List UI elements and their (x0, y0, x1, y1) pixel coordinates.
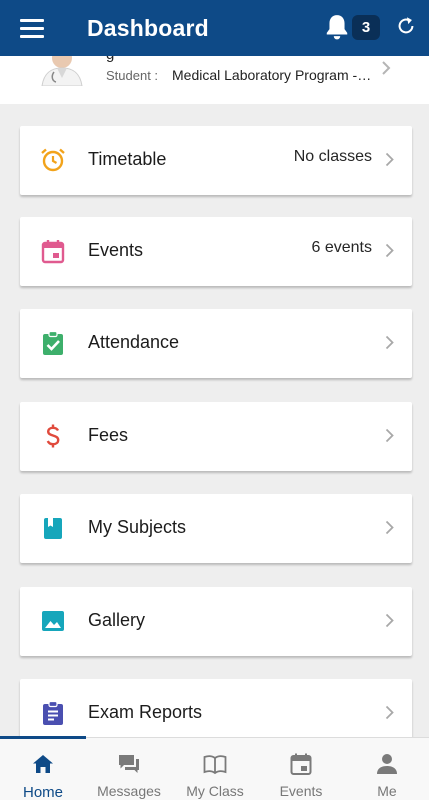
card-label: Events (88, 240, 144, 260)
chevron-right-icon (385, 243, 394, 258)
nav-events[interactable]: Events (258, 738, 344, 800)
avatar (41, 56, 83, 86)
card-label: Gallery (88, 610, 146, 630)
alarm-clock-icon (41, 148, 65, 172)
open-book-icon (203, 755, 227, 775)
card-value: No classes (293, 148, 372, 165)
nav-home[interactable]: Home (0, 738, 86, 800)
person-icon (377, 754, 397, 774)
card-value: 6 events (311, 239, 372, 256)
bell-icon[interactable] (324, 13, 350, 41)
card-label: Attendance (88, 332, 180, 352)
nav-my-class[interactable]: My Class (172, 738, 258, 800)
nav-label: Me (377, 783, 397, 799)
hamburger-menu-icon[interactable] (20, 11, 54, 45)
profile-role-label: Student : (106, 68, 159, 83)
nav-messages[interactable]: Messages (86, 738, 172, 800)
notification-badge[interactable]: 3 (352, 15, 380, 40)
profile-name: g (106, 56, 114, 63)
card-events[interactable]: Events 6 events (20, 217, 412, 286)
chevron-right-icon (385, 335, 394, 350)
clipboard-check-icon (43, 330, 63, 355)
card-timetable[interactable]: Timetable No classes (20, 126, 412, 195)
nav-label: Home (22, 784, 63, 800)
refresh-icon[interactable] (395, 15, 417, 37)
calendar-icon (41, 240, 65, 264)
card-label: Exam Reports (88, 702, 203, 722)
card-label: Timetable (88, 149, 167, 169)
report-clipboard-icon (43, 700, 63, 725)
chevron-right-icon (385, 705, 394, 720)
card-fees[interactable]: Fees (20, 402, 412, 471)
chevron-right-icon (385, 152, 394, 167)
chevron-right-icon (382, 61, 391, 75)
app-bar: Dashboard 3 (0, 0, 429, 56)
chat-icon (119, 755, 139, 773)
calendar-icon (290, 753, 312, 775)
image-icon (42, 611, 64, 631)
card-attendance[interactable]: Attendance (20, 309, 412, 378)
page-title: Dashboard (87, 14, 209, 41)
nav-label: My Class (186, 783, 244, 799)
card-label: My Subjects (88, 517, 187, 537)
chevron-right-icon (385, 428, 394, 443)
chevron-right-icon (385, 613, 394, 628)
nav-me[interactable]: Me (344, 738, 429, 800)
profile-program: Medical Laboratory Program - ... (172, 67, 372, 83)
nav-label: Events (279, 783, 323, 799)
dollar-icon (46, 424, 60, 448)
home-icon (33, 755, 53, 773)
chevron-right-icon (385, 520, 394, 535)
card-gallery[interactable]: Gallery (20, 587, 412, 656)
card-my-subjects[interactable]: My Subjects (20, 494, 412, 563)
nav-label: Messages (97, 783, 161, 799)
book-icon (44, 518, 62, 539)
card-label: Fees (88, 425, 129, 445)
profile-card[interactable]: g Student : Medical Laboratory Program -… (0, 56, 429, 104)
bottom-navigation: Home Messages My Class Events Me (0, 736, 429, 800)
